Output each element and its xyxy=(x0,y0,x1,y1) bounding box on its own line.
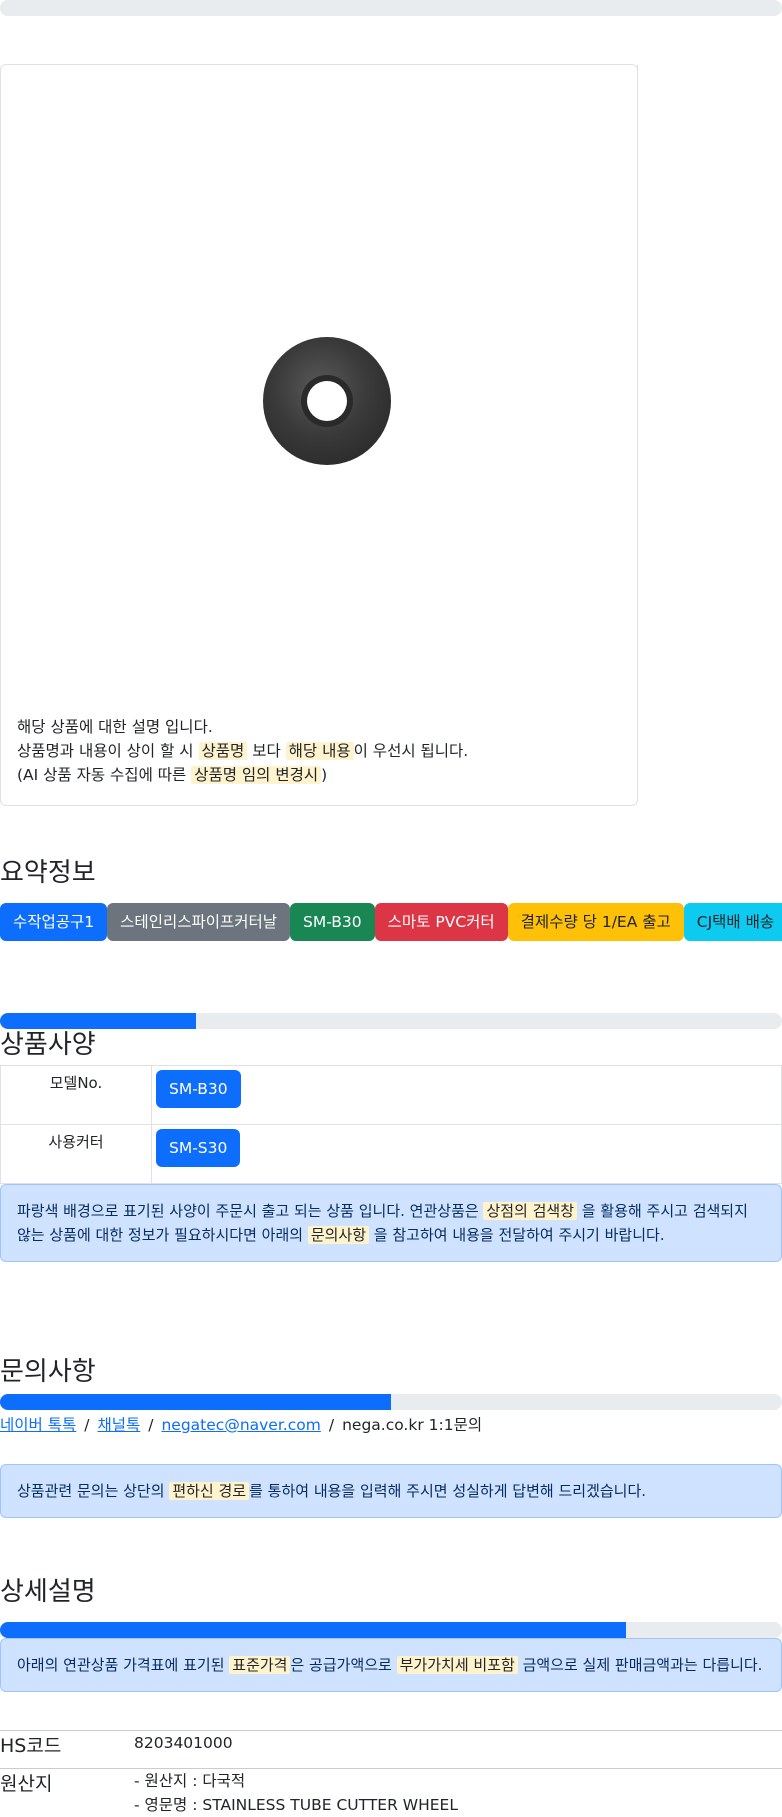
badge-shipping[interactable]: CJ택배 배송 xyxy=(683,903,782,941)
spec-table: 모델No. SM-B30 사용커터 SM-S30 xyxy=(0,1065,782,1184)
origin-row: 원산지 - 원산지 : 다국적 - 영문명 : STAINLESS TUBE C… xyxy=(0,1768,782,1817)
notice-text: 이 우선시 됩니다. xyxy=(353,742,469,760)
table-row: 사용커터 SM-S30 xyxy=(0,1124,782,1184)
page: 해당 상품에 대한 설명 입니다. 상품명과 내용이 상이 할 시 상품명 보다… xyxy=(0,0,782,1817)
notice-text: 상품명과 내용이 상이 할 시 xyxy=(17,742,199,760)
highlight: 표준가격 xyxy=(229,1656,291,1674)
separator: / xyxy=(148,1416,154,1434)
notice-line1: 해당 상품에 대한 설명 입니다. xyxy=(17,718,213,736)
badge-brand[interactable]: 스마토 PVC커터 xyxy=(374,903,508,941)
separator: / xyxy=(84,1416,90,1434)
origin-label: 원산지 xyxy=(0,1773,53,1795)
notice-text: 을 참고하여 내용을 전달하여 주시기 바랍니다. xyxy=(369,1226,665,1244)
inquiry-links: 네이버 톡톡 / 채널톡 / negatec@naver.com / nega.co.kr … xyxy=(0,1412,782,1438)
hs-code-value: 8203401000 xyxy=(134,1734,233,1752)
notice-text: ) xyxy=(321,766,328,784)
separator: / xyxy=(328,1416,335,1434)
spec-notice: 파랑색 배경으로 표기된 사양이 주문시 출고 되는 상품 입니다. 연관상품은… xyxy=(0,1184,782,1262)
hs-code-label: HS코드 xyxy=(0,1735,62,1757)
summary-badges: 수작업공구1 스테인리스파이프커터날 SM-B30 스마토 PVC커터 결제수량… xyxy=(0,903,782,941)
badge-category[interactable]: 수작업공구1 xyxy=(0,903,108,941)
notice-text: 를 통하여 내용을 입력해 주시면 성실하게 답변해 드리겠습니다. xyxy=(249,1482,647,1500)
card-edge xyxy=(637,65,638,265)
detail-notice: 아래의 연관상품 가격표에 표기된 표준가격 은 공급가액으로 부가가치세 비포함… xyxy=(0,1638,782,1692)
notice-text: 아래의 연관상품 가격표에 표기된 xyxy=(17,1656,230,1674)
badge-quantity[interactable]: 결제수량 당 1/EA 출고 xyxy=(507,903,684,941)
spec-label: 사용커터 xyxy=(0,1124,152,1184)
detail-title: 상세설명 xyxy=(0,1577,96,1607)
highlight: 해당 내용 xyxy=(285,742,354,760)
spec-value-cell: SM-B30 xyxy=(151,1065,782,1125)
origin-value: - 원산지 : 다국적 - 영문명 : STAINLESS TUBE CUTTE… xyxy=(134,1769,458,1817)
spec-title: 상품사양 xyxy=(0,1030,96,1060)
table-row: 모델No. SM-B30 xyxy=(0,1065,782,1125)
badge-product-type[interactable]: 스테인리스파이프커터날 xyxy=(107,903,291,941)
highlight: 상품명 임의 변경시 xyxy=(191,766,322,784)
highlight: 상점의 검색창 xyxy=(483,1202,578,1220)
spec-progress-bar xyxy=(0,1013,196,1029)
notice-text: (AI 상품 자동 수집에 따른 xyxy=(17,766,192,784)
hs-code-row: HS코드 8203401000 xyxy=(0,1730,782,1758)
wheel-hole xyxy=(307,381,347,421)
origin-line: - 원산지 : 다국적 xyxy=(134,1772,246,1790)
notice-text: 보다 xyxy=(247,742,286,760)
detail-progress-bar xyxy=(0,1622,626,1638)
notice-text: 파랑색 배경으로 표기된 사양이 주문시 출고 되는 상품 입니다. 연관상품은 xyxy=(17,1202,484,1220)
product-notice: 해당 상품에 대한 설명 입니다. 상품명과 내용이 상이 할 시 상품명 보다… xyxy=(17,715,468,787)
notice-line3: (AI 상품 자동 수집에 따른 상품명 임의 변경시) xyxy=(17,763,468,787)
email-link[interactable]: negatec@naver.com xyxy=(161,1416,320,1434)
notice-text: 상품관련 문의는 상단의 xyxy=(17,1482,170,1500)
highlight: 부가가치세 비포함 xyxy=(396,1656,518,1674)
product-image-card: 해당 상품에 대한 설명 입니다. 상품명과 내용이 상이 할 시 상품명 보다… xyxy=(0,64,638,806)
badge-model[interactable]: SM-B30 xyxy=(290,903,375,941)
notice-text: 금액으로 실제 판매금액과는 다릅니다. xyxy=(517,1656,763,1674)
inquiry-notice: 상품관련 문의는 상단의 편하신 경로 를 통하여 내용을 입력해 주시면 성실하… xyxy=(0,1464,782,1518)
detail-progress xyxy=(0,1622,782,1638)
spec-progress xyxy=(0,1013,782,1029)
inquiry-progress-bar xyxy=(0,1394,391,1410)
site-inquiry-text: nega.co.kr 1:1문의 xyxy=(342,1416,483,1434)
spec-value-pill[interactable]: SM-B30 xyxy=(156,1070,241,1108)
product-image[interactable] xyxy=(263,337,391,465)
top-progress xyxy=(0,0,782,16)
notice-line2: 상품명과 내용이 상이 할 시 상품명 보다 해당 내용 이 우선시 됩니다. xyxy=(17,739,468,763)
highlight: 편하신 경로 xyxy=(169,1482,250,1500)
origin-english-name: - 영문명 : STAINLESS TUBE CUTTER WHEEL xyxy=(134,1796,458,1814)
inquiry-progress xyxy=(0,1394,782,1410)
naver-talk-link[interactable]: 네이버 톡톡 xyxy=(0,1416,76,1434)
spec-value-pill[interactable]: SM-S30 xyxy=(156,1129,241,1167)
highlight: 상품명 xyxy=(198,742,248,760)
spec-value-cell: SM-S30 xyxy=(151,1124,782,1184)
summary-title: 요약정보 xyxy=(0,858,96,888)
notice-text: 은 공급가액으로 xyxy=(290,1656,397,1674)
inquiry-title: 문의사항 xyxy=(0,1357,96,1387)
spec-label: 모델No. xyxy=(0,1065,152,1125)
channel-talk-link[interactable]: 채널톡 xyxy=(97,1416,140,1434)
highlight: 문의사항 xyxy=(307,1226,370,1244)
